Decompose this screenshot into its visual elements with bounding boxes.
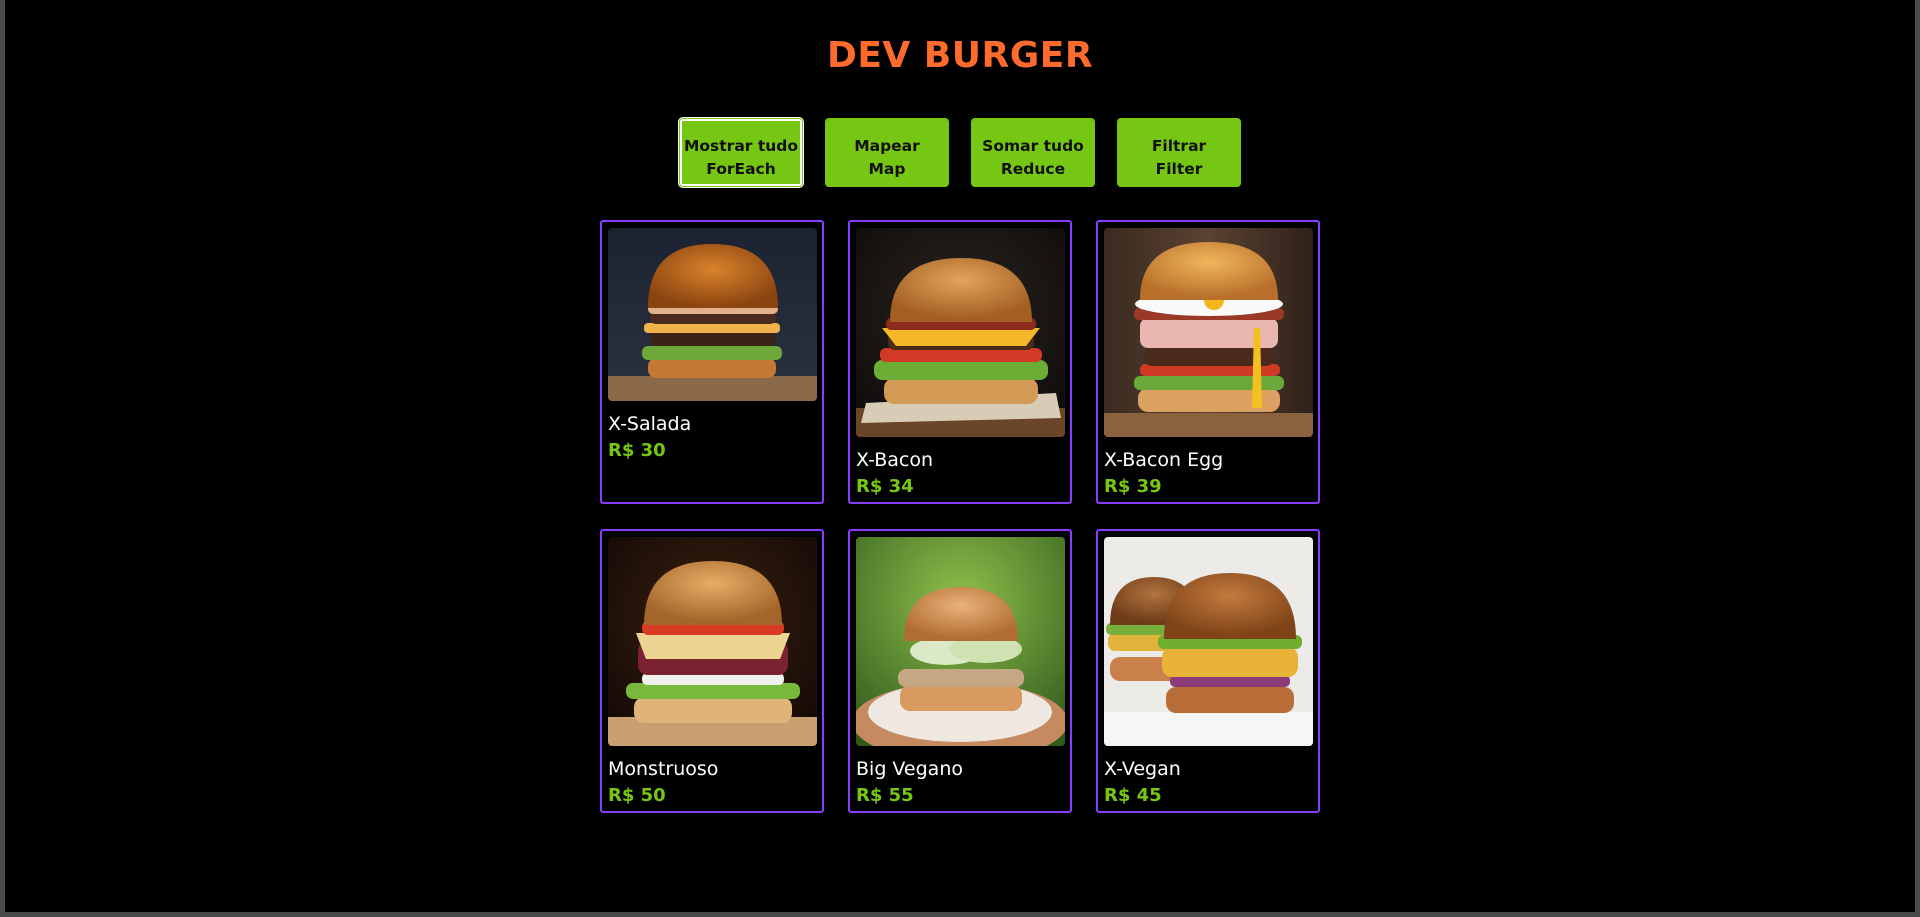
product-price: R$ 34 (856, 476, 914, 497)
burger-image (608, 537, 817, 746)
product-name: Monstruoso (608, 758, 719, 780)
filter-button[interactable]: Filtrar Filter (1117, 118, 1241, 187)
product-card: Big Vegano R$ 55 (848, 529, 1072, 813)
burger-image (1104, 228, 1313, 437)
map-button[interactable]: Mapear Map (825, 118, 949, 187)
product-name: X-Salada (608, 413, 692, 435)
page: DEV BURGER Mostrar tudo ForEach Mapear M… (5, 0, 1915, 912)
page-title: DEV BURGER (826, 35, 1094, 76)
filter-button-sublabel: Filter (1155, 160, 1203, 178)
product-name: X-Bacon Egg (1104, 449, 1224, 471)
product-card: X-Vegan R$ 45 (1096, 529, 1320, 813)
product-card: X-Bacon Egg R$ 39 (1096, 220, 1320, 504)
product-name: X-Vegan (1104, 758, 1181, 780)
show-all-button[interactable]: Mostrar tudo ForEach (679, 118, 803, 187)
show-all-button-sublabel: ForEach (706, 160, 776, 178)
product-name: Big Vegano (856, 758, 963, 780)
product-card: X-Salada R$ 30 (600, 220, 824, 504)
reduce-button-label: Somar tudo (982, 137, 1084, 155)
product-price: R$ 30 (608, 440, 666, 461)
burger-image (856, 228, 1065, 437)
product-name: X-Bacon (856, 449, 934, 471)
map-button-sublabel: Map (868, 160, 906, 178)
reduce-button-sublabel: Reduce (1000, 160, 1066, 178)
reduce-button[interactable]: Somar tudo Reduce (971, 118, 1095, 187)
burger-image (608, 228, 817, 401)
product-price: R$ 45 (1104, 785, 1162, 806)
product-price: R$ 55 (856, 785, 914, 806)
product-card: X-Bacon R$ 34 (848, 220, 1072, 504)
filter-button-label: Filtrar (1151, 137, 1207, 155)
burger-image (856, 537, 1065, 746)
product-price: R$ 39 (1104, 476, 1162, 497)
show-all-button-label: Mostrar tudo (683, 137, 799, 155)
map-button-label: Mapear (854, 137, 920, 155)
product-card: Monstruoso R$ 50 (600, 529, 824, 813)
burger-image (1104, 537, 1313, 746)
product-price: R$ 50 (608, 785, 666, 806)
